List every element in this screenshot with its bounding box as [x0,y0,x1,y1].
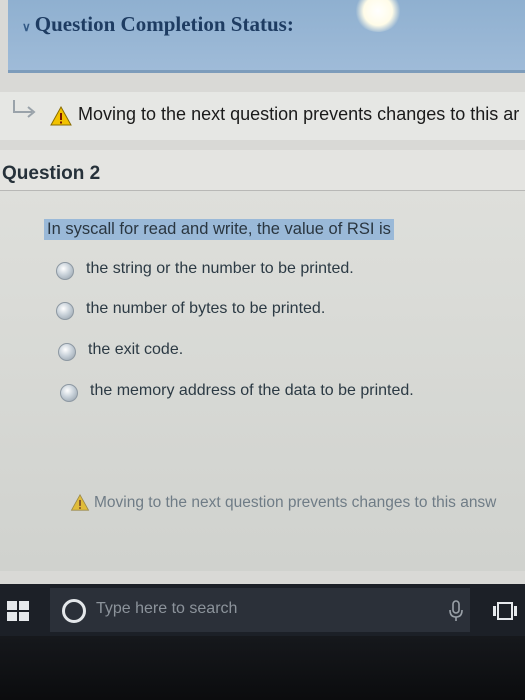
answer-option-label: the string or the number to be printed. [86,260,354,277]
search-placeholder: Type here to search [96,600,238,617]
task-view-icon[interactable] [492,601,518,621]
chevron-down-icon[interactable]: ∨ [22,20,31,34]
windows-start-icon[interactable] [6,600,30,622]
warning-icon [70,494,90,511]
radio-button[interactable] [60,384,78,402]
microphone-icon[interactable] [448,600,464,622]
answer-option-label: the exit code. [88,341,184,358]
radio-button[interactable] [56,302,74,320]
monitor-bezel [0,636,525,700]
status-panel-title[interactable]: ∨ Question Completion Status: [22,12,294,37]
answer-option-1[interactable]: the string or the number to be printed. [56,259,416,283]
answer-option-4[interactable]: the memory address of the data to be pri… [60,381,460,405]
radio-button[interactable] [56,262,74,280]
return-arrow-icon [13,100,36,118]
navigation-warning-text: Moving to the next question prevents cha… [78,104,520,124]
answer-option-3[interactable]: the exit code. [58,340,258,364]
answer-option-2[interactable]: the number of bytes to be printed. [56,299,386,323]
cortana-icon[interactable] [62,599,86,623]
answer-option-label: the memory address of the data to be pri… [90,382,414,399]
answer-option-label: the number of bytes to be printed. [86,300,326,317]
question-text: In syscall for read and write, the value… [44,219,394,240]
question-title: Question 2 [2,163,101,184]
bottom-warning-text: Moving to the next question prevents cha… [94,494,497,511]
warning-icon [50,106,72,126]
status-title-text: Question Completion Status: [34,12,294,36]
radio-button[interactable] [58,343,76,361]
